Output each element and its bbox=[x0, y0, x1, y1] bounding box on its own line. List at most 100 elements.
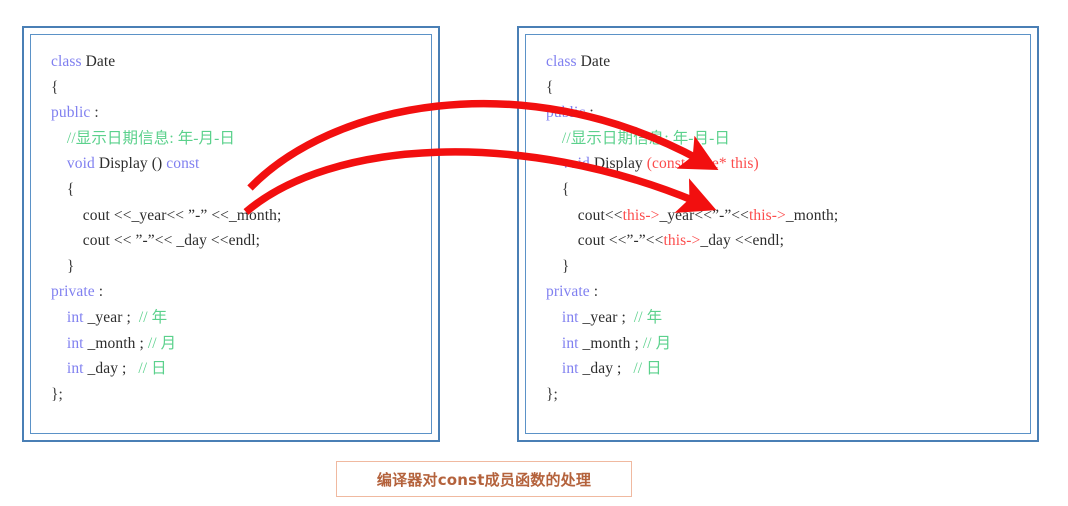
code-line: //显示日期信息: 年-月-日 bbox=[546, 126, 838, 152]
code-line: { bbox=[51, 177, 281, 203]
code-line: { bbox=[546, 177, 838, 203]
code-token: : bbox=[589, 283, 599, 301]
code-token: _year ; bbox=[578, 308, 634, 326]
code-token: { bbox=[51, 180, 75, 198]
code-token: this-> bbox=[663, 232, 701, 250]
code-token: private bbox=[546, 283, 590, 301]
right-code-box-inner-border: class Date { public : //显示日期信息: 年-月-日 void… bbox=[525, 34, 1031, 434]
code-token: class bbox=[51, 53, 86, 70]
code-line: void Display () const bbox=[51, 151, 281, 177]
right-code-listing: class Date { public : //显示日期信息: 年-月-日 void… bbox=[526, 35, 838, 407]
code-token: cout <<_year<< ”-” <<_month; bbox=[51, 206, 282, 224]
caption-box: 编译器对const成员函数的处理 bbox=[336, 461, 632, 497]
code-token: (const Date* this) bbox=[646, 155, 759, 173]
code-line: int _year ; // 年 bbox=[51, 305, 281, 331]
code-token: cout <<”-”<< bbox=[546, 232, 664, 250]
code-line: public : bbox=[51, 100, 281, 126]
code-token: int bbox=[66, 334, 84, 352]
code-token: { bbox=[546, 78, 554, 96]
code-line: int _day ; // 日 bbox=[51, 356, 281, 382]
code-token: _year<<”-”<< bbox=[659, 206, 749, 224]
code-line: cout<<this->_year<<”-”<<this->_month; bbox=[546, 203, 838, 229]
code-line: { bbox=[546, 75, 838, 101]
code-token: public bbox=[546, 104, 586, 122]
code-token: : bbox=[90, 104, 99, 122]
code-line: int _month ; // 月 bbox=[51, 331, 281, 357]
code-token: Date bbox=[580, 53, 611, 70]
code-token: //显示日期信息: 年-月-日 bbox=[66, 129, 236, 147]
code-token: // 月 bbox=[642, 334, 672, 352]
code-token: : bbox=[94, 283, 104, 301]
code-token: int bbox=[66, 308, 84, 326]
code-token: int bbox=[561, 334, 579, 352]
code-token: cout<< bbox=[546, 206, 623, 224]
code-token: Display () bbox=[94, 155, 167, 173]
code-token: // 日 bbox=[138, 360, 167, 378]
code-line: class Date bbox=[546, 49, 838, 75]
code-token: { bbox=[51, 78, 59, 96]
code-token: _month; bbox=[785, 206, 839, 224]
code-line: { bbox=[51, 75, 281, 101]
code-token: }; bbox=[51, 385, 63, 403]
code-line: class Date bbox=[51, 49, 281, 75]
code-token: Display bbox=[589, 155, 647, 173]
code-token: // 日 bbox=[633, 360, 662, 378]
code-line: int _month ; // 月 bbox=[546, 331, 838, 357]
code-token: }; bbox=[546, 385, 558, 403]
code-token: class bbox=[546, 53, 581, 70]
code-token: _day ; bbox=[578, 360, 634, 378]
code-line: cout <<_year<< ”-” <<_month; bbox=[51, 203, 281, 229]
left-code-box-inner-border: class Date { public : //显示日期信息: 年-月-日 void… bbox=[30, 34, 432, 434]
code-token: int bbox=[561, 360, 579, 378]
left-code-box: class Date { public : //显示日期信息: 年-月-日 void… bbox=[22, 26, 440, 442]
code-line: private : bbox=[51, 279, 281, 305]
code-line: int _year ; // 年 bbox=[546, 305, 838, 331]
code-token: private bbox=[51, 283, 95, 301]
code-token: _month ; bbox=[83, 334, 148, 352]
code-token: //显示日期信息: 年-月-日 bbox=[561, 129, 731, 147]
left-code-listing: class Date { public : //显示日期信息: 年-月-日 void… bbox=[31, 35, 281, 407]
code-token: this-> bbox=[622, 206, 660, 224]
code-token: _month ; bbox=[578, 334, 643, 352]
code-line: private : bbox=[546, 279, 838, 305]
code-token: const bbox=[166, 155, 200, 173]
code-token: Date bbox=[85, 53, 116, 70]
code-token: // 年 bbox=[138, 308, 168, 326]
code-token: _year ; bbox=[83, 308, 139, 326]
code-token: cout << ”-”<< _day <<endl; bbox=[51, 232, 261, 250]
caption-text: 编译器对const成员函数的处理 bbox=[376, 470, 592, 489]
code-line: void Display (const Date* this) bbox=[546, 151, 838, 177]
code-line: }; bbox=[546, 382, 838, 408]
code-token: // 月 bbox=[147, 334, 177, 352]
code-line: } bbox=[546, 254, 838, 280]
code-line: }; bbox=[51, 382, 281, 408]
code-token: { bbox=[546, 180, 570, 198]
code-line: cout <<”-”<<this->_day <<endl; bbox=[546, 228, 838, 254]
code-token: void bbox=[561, 155, 590, 173]
code-token: this-> bbox=[749, 206, 786, 224]
code-line: } bbox=[51, 254, 281, 280]
right-code-box: class Date { public : //显示日期信息: 年-月-日 void… bbox=[517, 26, 1039, 442]
code-line: cout << ”-”<< _day <<endl; bbox=[51, 228, 281, 254]
code-token: _day ; bbox=[83, 360, 139, 378]
code-token: // 年 bbox=[633, 308, 663, 326]
code-token: } bbox=[51, 257, 75, 275]
code-token: : bbox=[585, 104, 594, 122]
code-token: public bbox=[51, 104, 91, 122]
code-line: int _day ; // 日 bbox=[546, 356, 838, 382]
code-line: public : bbox=[546, 100, 838, 126]
code-line: //显示日期信息: 年-月-日 bbox=[51, 126, 281, 152]
code-token: } bbox=[546, 257, 570, 275]
code-token: _day <<endl; bbox=[700, 232, 785, 250]
code-token: int bbox=[561, 308, 579, 326]
